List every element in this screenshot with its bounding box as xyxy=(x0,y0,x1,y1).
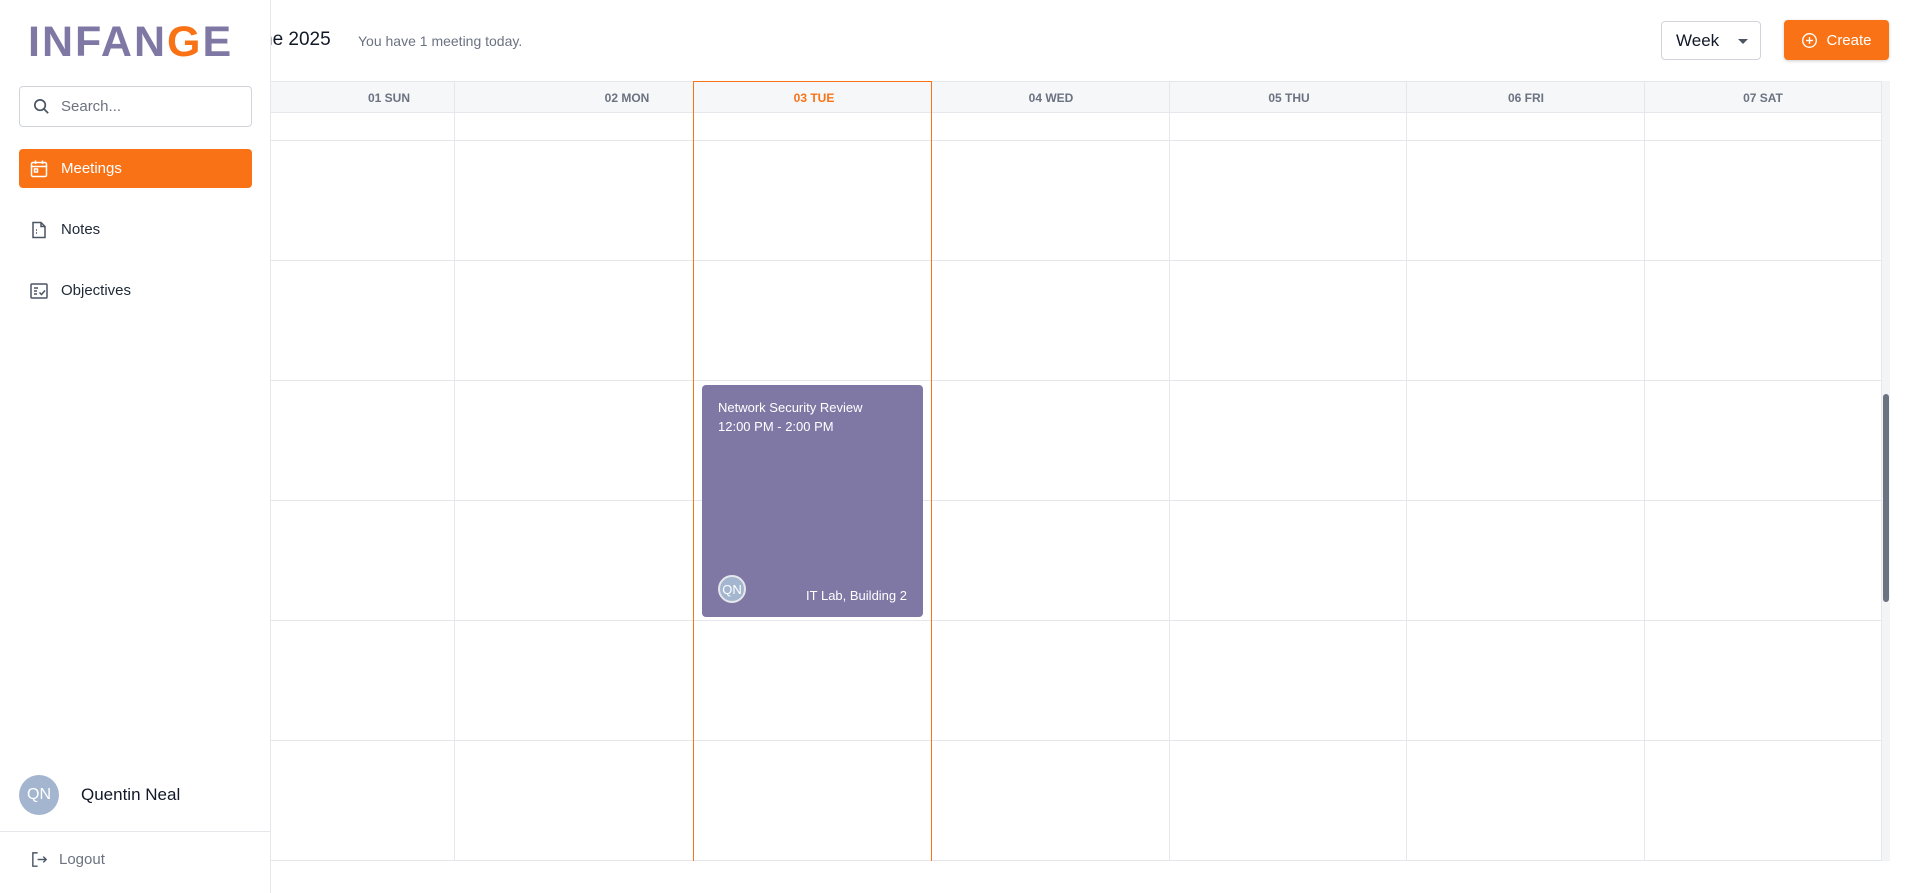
divider xyxy=(0,831,271,832)
day-header-sat[interactable]: 07 SAT xyxy=(1644,82,1882,114)
calendar-icon xyxy=(30,160,48,177)
main-area: ne 2025 You have 1 meeting today. Week C… xyxy=(0,0,1920,893)
hour-row-line xyxy=(270,260,1882,261)
checklist-icon xyxy=(30,282,48,299)
column-divider xyxy=(1406,81,1407,861)
user-profile[interactable]: QN Quentin Neal xyxy=(19,775,180,815)
view-select-value: Week xyxy=(1676,30,1720,50)
logout-icon xyxy=(32,852,48,867)
column-divider xyxy=(931,81,932,861)
sidebar-item-label: Meetings xyxy=(61,160,122,177)
avatar: QN xyxy=(19,775,59,815)
meeting-count-text: You have 1 meeting today. xyxy=(358,33,523,49)
logout-button[interactable]: Logout xyxy=(30,850,105,869)
hour-row-line xyxy=(270,500,1882,501)
create-button-label: Create xyxy=(1826,31,1872,49)
plus-circle-icon xyxy=(1802,32,1818,48)
day-header-sun[interactable]: 01 SUN xyxy=(270,82,508,114)
hour-row-line xyxy=(270,380,1882,381)
logo-accent: G xyxy=(167,17,203,66)
event-card[interactable]: Network Security Review 12:00 PM - 2:00 … xyxy=(702,385,923,617)
view-select[interactable]: Week xyxy=(1661,21,1761,60)
column-divider xyxy=(1644,81,1645,861)
sidebar-item-notes[interactable]: Notes xyxy=(19,210,252,249)
week-calendar: 01 SUN 02 MON 03 TUE 04 WED 05 THU 06 FR… xyxy=(270,81,1882,861)
day-header-fri[interactable]: 06 FRI xyxy=(1407,82,1645,114)
calendar-header: 01 SUN 02 MON 03 TUE 04 WED 05 THU 06 FR… xyxy=(270,81,1882,113)
user-name: Quentin Neal xyxy=(81,785,181,804)
sidebar-item-objectives[interactable]: Objectives xyxy=(19,271,252,310)
search-box[interactable] xyxy=(19,86,252,127)
app-root: ne 2025 You have 1 meeting today. Week C… xyxy=(0,0,1920,893)
sidebar-item-label: Notes xyxy=(61,221,101,238)
logo-text: INFAN xyxy=(28,17,167,66)
hour-row-line xyxy=(270,860,1882,861)
hour-row-line xyxy=(270,740,1882,741)
search-input[interactable] xyxy=(61,98,231,115)
day-header-wed[interactable]: 04 WED xyxy=(932,82,1170,114)
event-title: Network Security Review xyxy=(718,400,863,415)
top-bar: ne 2025 You have 1 meeting today. Week C… xyxy=(0,0,1920,80)
day-header-tue[interactable]: 03 TUE xyxy=(695,82,933,114)
search-icon xyxy=(33,98,49,114)
day-header-thu[interactable]: 05 THU xyxy=(1170,82,1408,114)
sidebar-item-meetings[interactable]: Meetings xyxy=(19,149,252,188)
hour-row-line xyxy=(270,140,1882,141)
hour-row-line xyxy=(270,620,1882,621)
logo: INFAN G E xyxy=(28,17,234,66)
note-icon xyxy=(32,221,46,238)
logo-text-end: E xyxy=(202,17,234,66)
attendee-avatar: QN xyxy=(718,575,746,603)
event-location: IT Lab, Building 2 xyxy=(806,588,907,603)
scrollbar-thumb[interactable] xyxy=(1883,394,1889,602)
logout-label: Logout xyxy=(59,851,105,868)
event-time: 12:00 PM - 2:00 PM xyxy=(718,419,834,434)
chevron-down-icon xyxy=(1738,39,1748,44)
sidebar-item-label: Objectives xyxy=(61,282,132,299)
column-divider xyxy=(693,81,694,861)
column-divider xyxy=(454,81,455,861)
month-title: ne 2025 xyxy=(262,29,331,50)
sidebar: INFANGE Meetings Notes Objectives QN Que… xyxy=(0,0,271,893)
create-button[interactable]: Create xyxy=(1784,20,1889,60)
column-divider xyxy=(1169,81,1170,861)
